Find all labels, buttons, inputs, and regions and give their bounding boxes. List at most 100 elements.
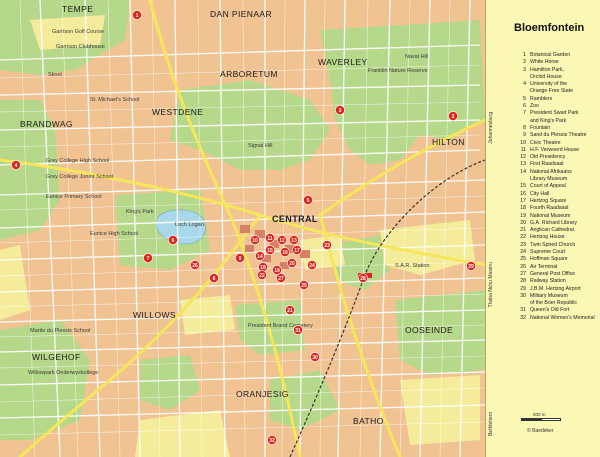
poi-marker-15[interactable]: 15 xyxy=(265,245,275,255)
poi-marker-14[interactable]: 14 xyxy=(255,251,265,261)
poi-marker-4[interactable]: 4 xyxy=(11,160,21,170)
legend-item-4: 4 University of the Orange Free State xyxy=(516,81,598,96)
poi-marker-8[interactable]: 8 xyxy=(209,273,219,283)
poi-marker-21[interactable]: 21 xyxy=(285,305,295,315)
legend-item-label: Sand du Plessis Theatre xyxy=(530,132,587,139)
poi-marker-number: 14 xyxy=(257,254,263,260)
legend-item-25: 25 Hoffman Square xyxy=(516,256,598,263)
poi-marker-26[interactable]: 26 xyxy=(190,260,200,270)
poi-marker-12[interactable]: 12 xyxy=(277,235,287,245)
place-garrison-golf: Garrison Golf Course xyxy=(52,29,104,35)
poi-marker-number: 30 xyxy=(312,355,318,361)
legend-item-28: 28 Railway Station xyxy=(516,278,598,285)
legend-item-label: National Afrikaans xyxy=(530,168,572,175)
place-naval-hill: Naval Hill xyxy=(405,54,428,60)
legend-item-label-cont: Orchid House xyxy=(530,73,562,80)
legend-item-number: 3 xyxy=(523,66,526,73)
legend-item-label: Fourth Raadsaal xyxy=(530,205,569,212)
district-brandwag: BRANDWAG xyxy=(20,119,73,129)
legend-item-8: 8 Fountain xyxy=(516,125,598,132)
legend-item-26: 26 Air Terminal xyxy=(516,264,598,271)
scale-bar: 500 m xyxy=(521,412,561,426)
place-signal-hill: Signal Hill xyxy=(248,143,272,149)
poi-marker-number: 5 xyxy=(307,198,310,204)
legend-item-label: Civic Theatre xyxy=(530,139,561,146)
poi-marker-number: 27 xyxy=(278,276,284,282)
poi-marker-number: 15 xyxy=(267,248,273,254)
poi-marker-9[interactable]: 9 xyxy=(235,253,245,263)
poi-marker-11[interactable]: 11 xyxy=(265,233,275,243)
legend-item-12: 12 Old Presidency xyxy=(516,154,598,161)
district-central: CENTRAL xyxy=(272,214,318,224)
poi-marker-20[interactable]: 20 xyxy=(287,258,297,268)
poi-marker-10[interactable]: 10 xyxy=(250,235,260,245)
legend-item-21: 21 Anglican Cathedral xyxy=(516,227,598,234)
district-arboretum: ARBORETUM xyxy=(220,69,278,79)
legend-item-number: 23 xyxy=(520,241,526,248)
poi-marker-24[interactable]: 24 xyxy=(307,260,317,270)
poi-marker-30[interactable]: 30 xyxy=(310,352,320,362)
poi-marker-25[interactable]: 25 xyxy=(299,280,309,290)
legend-item-13: 13 First Raadsaal xyxy=(516,161,598,168)
place-grey-college-high: Grey College High School xyxy=(46,158,109,164)
poi-marker-22[interactable]: 22 xyxy=(257,270,267,280)
legend-item-16: 16 City Hall xyxy=(516,191,598,198)
legend-item-label: Hertzog Square xyxy=(530,197,567,204)
poi-marker-2[interactable]: 2 xyxy=(448,111,458,121)
legend-item-number: 28 xyxy=(520,278,526,285)
legend-item-label: First Raadsaal xyxy=(530,161,564,168)
poi-marker-7[interactable]: 7 xyxy=(143,253,153,263)
legend-item-2: 2 White Horse xyxy=(516,59,598,66)
district-waverley: WAVERLEY xyxy=(318,57,368,67)
poi-marker-number: 31 xyxy=(295,328,301,334)
poi-marker-6[interactable]: 6 xyxy=(168,235,178,245)
place-franklin-reserve: Franklin Nature Reserve xyxy=(368,68,428,74)
poi-marker-17[interactable]: 17 xyxy=(292,245,302,255)
poi-marker-5[interactable]: 5 xyxy=(303,195,313,205)
legend-item-9: 9 Sand du Plessis Theatre xyxy=(516,132,598,139)
poi-marker-16[interactable]: 16 xyxy=(280,247,290,257)
place-president-brand: President Brand Cemetery xyxy=(248,323,313,329)
map-credit: © Baedeker xyxy=(527,428,554,434)
legend-item-number: 25 xyxy=(520,256,526,263)
legend-item-label: Hoffman Square xyxy=(530,256,568,263)
poi-marker-28[interactable]: 28 xyxy=(358,273,368,283)
legend-item-number: 30 xyxy=(520,292,526,299)
legend-item-label: Hertzog House xyxy=(530,234,565,241)
poi-marker-3[interactable]: 3 xyxy=(335,105,345,115)
legend-item-number: 14 xyxy=(520,168,526,175)
legend-item-17: 17 Hertzog Square xyxy=(516,198,598,205)
legend-item-19: 19 National Museum xyxy=(516,213,598,220)
legend-item-number: 24 xyxy=(520,249,526,256)
legend-item-label: H.F. Verwoerd House xyxy=(530,146,580,153)
poi-marker-32[interactable]: 32 xyxy=(267,435,277,445)
poi-marker-23[interactable]: 23 xyxy=(322,240,332,250)
district-willows: WILLOWS xyxy=(133,310,176,320)
poi-marker-number: 18 xyxy=(260,265,266,271)
legend-item-1: 1 Botanical Garden xyxy=(516,52,598,59)
poi-marker-13[interactable]: 13 xyxy=(289,235,299,245)
legend-item-label: President Swart Park xyxy=(530,110,579,117)
legend-item-23: 23 Twin Spired Church xyxy=(516,242,598,249)
legend-item-11: 11 H.F. Verwoerd House xyxy=(516,147,598,154)
poi-marker-number: 22 xyxy=(259,273,265,279)
legend-item-label-cont: and King's Park xyxy=(530,117,567,124)
poi-marker-number: 29 xyxy=(468,264,474,270)
legend-item-label: Fountain xyxy=(530,124,551,131)
legend-item-label: General Post Office xyxy=(530,270,576,277)
legend-item-18: 18 Fourth Raadsaal xyxy=(516,205,598,212)
poi-marker-1[interactable]: 1 xyxy=(132,10,142,20)
poi-marker-27[interactable]: 27 xyxy=(276,273,286,283)
district-tempe: TEMPE xyxy=(62,4,93,14)
legend-item-number: 27 xyxy=(520,270,526,277)
poi-marker-number: 19 xyxy=(274,268,280,274)
poi-marker-number: 32 xyxy=(269,438,275,444)
legend-item-label: Air Terminal xyxy=(530,263,558,270)
poi-marker-number: 9 xyxy=(239,256,242,262)
legend-item-22: 22 Hertzog House xyxy=(516,234,598,241)
poi-marker-number: 21 xyxy=(287,308,293,314)
legend-item-number: 11 xyxy=(520,146,526,153)
poi-marker-31[interactable]: 31 xyxy=(293,325,303,335)
poi-marker-29[interactable]: 29 xyxy=(466,261,476,271)
place-loch-logan: Loch Logan xyxy=(175,222,204,228)
